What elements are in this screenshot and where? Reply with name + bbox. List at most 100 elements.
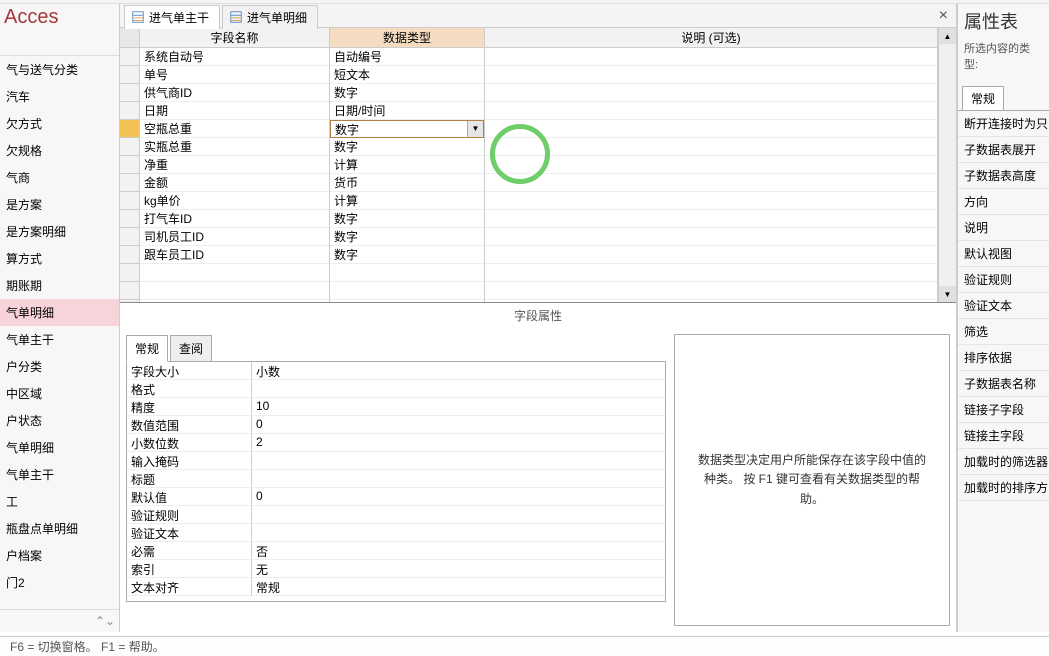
data-type-cell[interactable]: [330, 264, 484, 282]
description-cell[interactable]: [485, 264, 937, 282]
scroll-up-icon[interactable]: ▲: [939, 28, 956, 44]
data-type-cell[interactable]: 短文本: [330, 66, 484, 84]
property-sheet-item[interactable]: 子数据表高度: [958, 163, 1049, 189]
field-name-cell[interactable]: 供气商ID: [140, 84, 329, 102]
nav-item[interactable]: 户状态: [0, 407, 119, 434]
props-value[interactable]: 无: [252, 560, 665, 578]
nav-item[interactable]: 期账期: [0, 272, 119, 299]
props-value[interactable]: 小数: [252, 362, 665, 380]
nav-item[interactable]: 气与送气分类: [0, 56, 119, 83]
row-selector[interactable]: [120, 210, 139, 228]
property-sheet-item[interactable]: 方向: [958, 189, 1049, 215]
nav-item[interactable]: 欠方式: [0, 110, 119, 137]
nav-item[interactable]: 门2: [0, 569, 119, 596]
field-name-cell[interactable]: 空瓶总重: [140, 120, 329, 138]
field-name-cell[interactable]: 实瓶总重: [140, 138, 329, 156]
field-name-cell[interactable]: 跟车员工ID: [140, 246, 329, 264]
nav-item[interactable]: 气商: [0, 164, 119, 191]
data-type-cell[interactable]: 数字: [330, 228, 484, 246]
row-selector[interactable]: [120, 264, 139, 282]
nav-item[interactable]: 中区域: [0, 380, 119, 407]
description-cell[interactable]: [485, 102, 937, 120]
property-sheet-item[interactable]: 筛选: [958, 319, 1049, 345]
description-cell[interactable]: [485, 210, 937, 228]
data-type-cell[interactable]: 数字: [330, 138, 484, 156]
props-value[interactable]: 0: [252, 416, 665, 434]
nav-item[interactable]: 是方案明细: [0, 218, 119, 245]
props-value[interactable]: 否: [252, 542, 665, 560]
row-selector[interactable]: [120, 138, 139, 156]
props-value[interactable]: [252, 452, 665, 470]
field-name-cell[interactable]: 单号: [140, 66, 329, 84]
row-selector[interactable]: [120, 66, 139, 84]
row-selector[interactable]: [120, 282, 139, 300]
nav-item[interactable]: 气单明细: [0, 299, 119, 326]
description-cell[interactable]: [485, 174, 937, 192]
props-value[interactable]: 0: [252, 488, 665, 506]
data-type-cell[interactable]: 货币: [330, 174, 484, 192]
scroll-down-icon[interactable]: ▼: [939, 286, 956, 302]
description-cell[interactable]: [485, 138, 937, 156]
data-type-cell[interactable]: [330, 282, 484, 300]
nav-item[interactable]: 瓶盘点单明细: [0, 515, 119, 542]
description-cell[interactable]: [485, 66, 937, 84]
field-name-cell[interactable]: [140, 282, 329, 300]
row-selector[interactable]: [120, 246, 139, 264]
dropdown-icon[interactable]: ▼: [467, 121, 483, 137]
property-sheet-item[interactable]: 默认视图: [958, 241, 1049, 267]
nav-item[interactable]: 气单明细: [0, 434, 119, 461]
row-selector[interactable]: [120, 228, 139, 246]
property-sheet-tab-general[interactable]: 常规: [962, 86, 1004, 110]
props-value[interactable]: [252, 380, 665, 398]
chevron-up-down-icon[interactable]: ⌃⌄: [95, 614, 115, 628]
nav-item[interactable]: 气单主干: [0, 326, 119, 353]
property-sheet-item[interactable]: 加载时的排序方: [958, 475, 1049, 501]
props-tab-general[interactable]: 常规: [126, 335, 168, 362]
description-cell[interactable]: [485, 282, 937, 300]
description-cell[interactable]: [485, 120, 937, 138]
property-sheet-item[interactable]: 验证规则: [958, 267, 1049, 293]
data-type-cell[interactable]: 计算: [330, 192, 484, 210]
row-selector[interactable]: [120, 120, 139, 138]
vertical-scrollbar[interactable]: ▲ ▼: [938, 28, 956, 302]
description-cell[interactable]: [485, 156, 937, 174]
props-value[interactable]: 10: [252, 398, 665, 416]
property-sheet-item[interactable]: 子数据表展开: [958, 137, 1049, 163]
data-type-cell[interactable]: 日期/时间: [330, 102, 484, 120]
col-header-fieldname[interactable]: 字段名称: [140, 28, 329, 48]
row-selector[interactable]: [120, 102, 139, 120]
col-header-description[interactable]: 说明 (可选): [485, 28, 937, 48]
nav-item[interactable]: 汽车: [0, 83, 119, 110]
field-name-cell[interactable]: 净重: [140, 156, 329, 174]
props-value[interactable]: [252, 524, 665, 542]
property-sheet-item[interactable]: 断开连接时为只: [958, 111, 1049, 137]
props-tab-lookup[interactable]: 查阅: [170, 335, 212, 362]
tab[interactable]: 进气单主干: [124, 5, 220, 29]
property-sheet-item[interactable]: 说明: [958, 215, 1049, 241]
data-type-cell[interactable]: 数字: [330, 84, 484, 102]
description-cell[interactable]: [485, 84, 937, 102]
description-cell[interactable]: [485, 48, 937, 66]
field-name-cell[interactable]: 司机员工ID: [140, 228, 329, 246]
row-selector[interactable]: [120, 156, 139, 174]
data-type-cell[interactable]: 自动编号: [330, 48, 484, 66]
close-icon[interactable]: ×: [931, 5, 956, 27]
nav-item[interactable]: 气单主干: [0, 461, 119, 488]
nav-item[interactable]: 欠规格: [0, 137, 119, 164]
row-selector[interactable]: [120, 192, 139, 210]
property-sheet-item[interactable]: 链接主字段: [958, 423, 1049, 449]
description-cell[interactable]: [485, 192, 937, 210]
data-type-cell[interactable]: 数字▼: [330, 120, 484, 138]
nav-item[interactable]: 算方式: [0, 245, 119, 272]
data-type-cell[interactable]: 数字: [330, 246, 484, 264]
data-type-cell[interactable]: 数字: [330, 210, 484, 228]
property-sheet-item[interactable]: 子数据表名称: [958, 371, 1049, 397]
description-cell[interactable]: [485, 246, 937, 264]
row-selector[interactable]: [120, 174, 139, 192]
col-header-datatype[interactable]: 数据类型: [330, 28, 484, 48]
nav-item[interactable]: 是方案: [0, 191, 119, 218]
props-value[interactable]: 常规: [252, 578, 665, 596]
field-name-cell[interactable]: [140, 264, 329, 282]
data-type-cell[interactable]: 计算: [330, 156, 484, 174]
props-value[interactable]: [252, 506, 665, 524]
